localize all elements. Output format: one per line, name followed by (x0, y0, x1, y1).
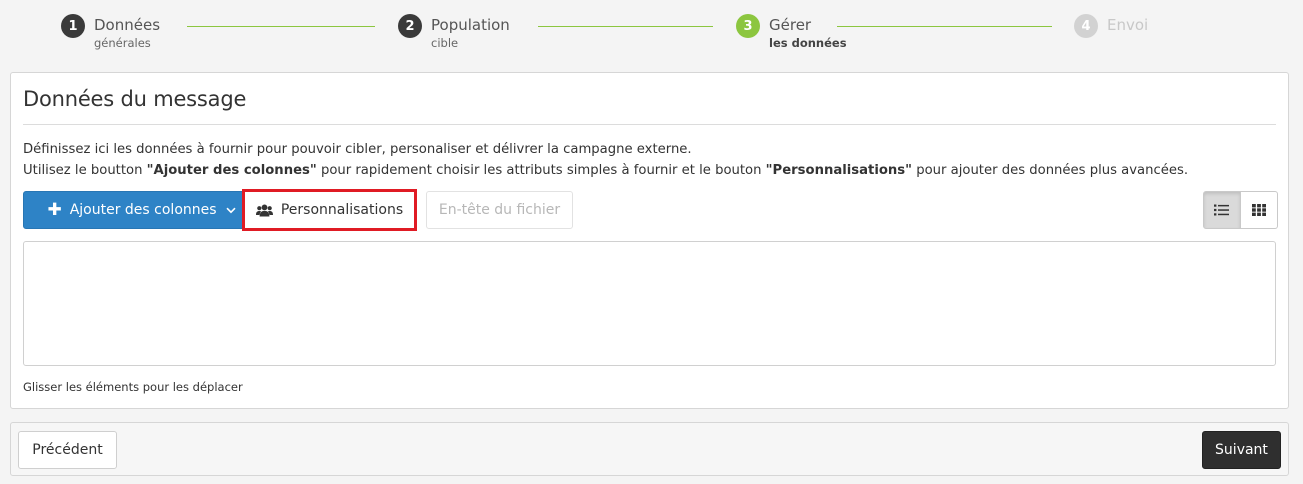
plus-icon: ✚ (47, 199, 62, 220)
divider (23, 124, 1276, 125)
step-manage-data[interactable]: 3 Gérer les données (736, 14, 847, 50)
description-text: pour ajouter des données plus avancées. (912, 163, 1189, 178)
step-number: 2 (398, 14, 422, 38)
grid-view-button[interactable] (1240, 191, 1278, 229)
file-header-label: En-tête du fichier (438, 202, 561, 218)
previous-button[interactable]: Précédent (18, 431, 117, 469)
description-line-1: Définissez ici les données à fournir pou… (23, 142, 692, 157)
step-title: Données (94, 16, 161, 34)
list-view-icon (1214, 201, 1230, 220)
chevron-down-icon (225, 204, 236, 217)
columns-dropzone[interactable] (23, 241, 1276, 366)
grid-view-icon (1251, 201, 1266, 220)
step-connector (538, 26, 713, 27)
step-title: Population (431, 16, 510, 34)
description-line-2: Utilisez le boutton "Ajouter des colonne… (23, 160, 1273, 181)
step-number: 1 (61, 14, 85, 38)
step-general-data[interactable]: 1 Données générales (61, 14, 160, 50)
columns-toolbar: ✚ Ajouter des colonnes Personnalisations (23, 189, 1278, 231)
step-target-population[interactable]: 2 Population cible (398, 14, 510, 50)
add-columns-button[interactable]: ✚ Ajouter des colonnes (23, 191, 260, 229)
description-emphasis: "Personnalisations" (765, 163, 913, 178)
add-columns-label: Ajouter des colonnes (69, 202, 217, 218)
wizard-stepper: 1 Données générales 2 Population cible 3… (0, 0, 1303, 62)
step-subtitle: cible (431, 36, 459, 50)
view-toggle-group (1203, 191, 1278, 229)
list-view-button[interactable] (1203, 191, 1241, 229)
step-number: 3 (736, 14, 760, 38)
personalizations-button[interactable]: Personnalisations (242, 189, 417, 231)
step-subtitle: générales (94, 36, 151, 50)
file-header-button[interactable]: En-tête du fichier (426, 191, 573, 229)
message-data-panel: Données du message Définissez ici les do… (10, 72, 1289, 409)
description-text: pour rapidement choisir les attributs si… (316, 163, 766, 178)
step-connector (187, 26, 375, 27)
panel-title: Données du message (23, 87, 247, 111)
users-icon (255, 204, 273, 217)
wizard-footer: Précédent Suivant (10, 422, 1289, 476)
drag-hint: Glisser les éléments pour les déplacer (23, 380, 243, 394)
step-number: 4 (1074, 14, 1098, 38)
step-title: Gérer (769, 16, 812, 34)
step-send: 4 Envoi (1074, 14, 1148, 38)
next-button[interactable]: Suivant (1202, 431, 1281, 469)
personalizations-label: Personnalisations (280, 202, 404, 218)
description-emphasis: "Ajouter des colonnes" (146, 163, 317, 178)
description-text: Utilisez le boutton (23, 163, 147, 178)
panel-description: Définissez ici les données à fournir pou… (23, 139, 1273, 181)
step-subtitle: les données (769, 36, 847, 50)
previous-label: Précédent (32, 442, 103, 458)
step-title: Envoi (1107, 16, 1149, 34)
step-connector (837, 26, 1052, 27)
next-label: Suivant (1215, 442, 1268, 458)
